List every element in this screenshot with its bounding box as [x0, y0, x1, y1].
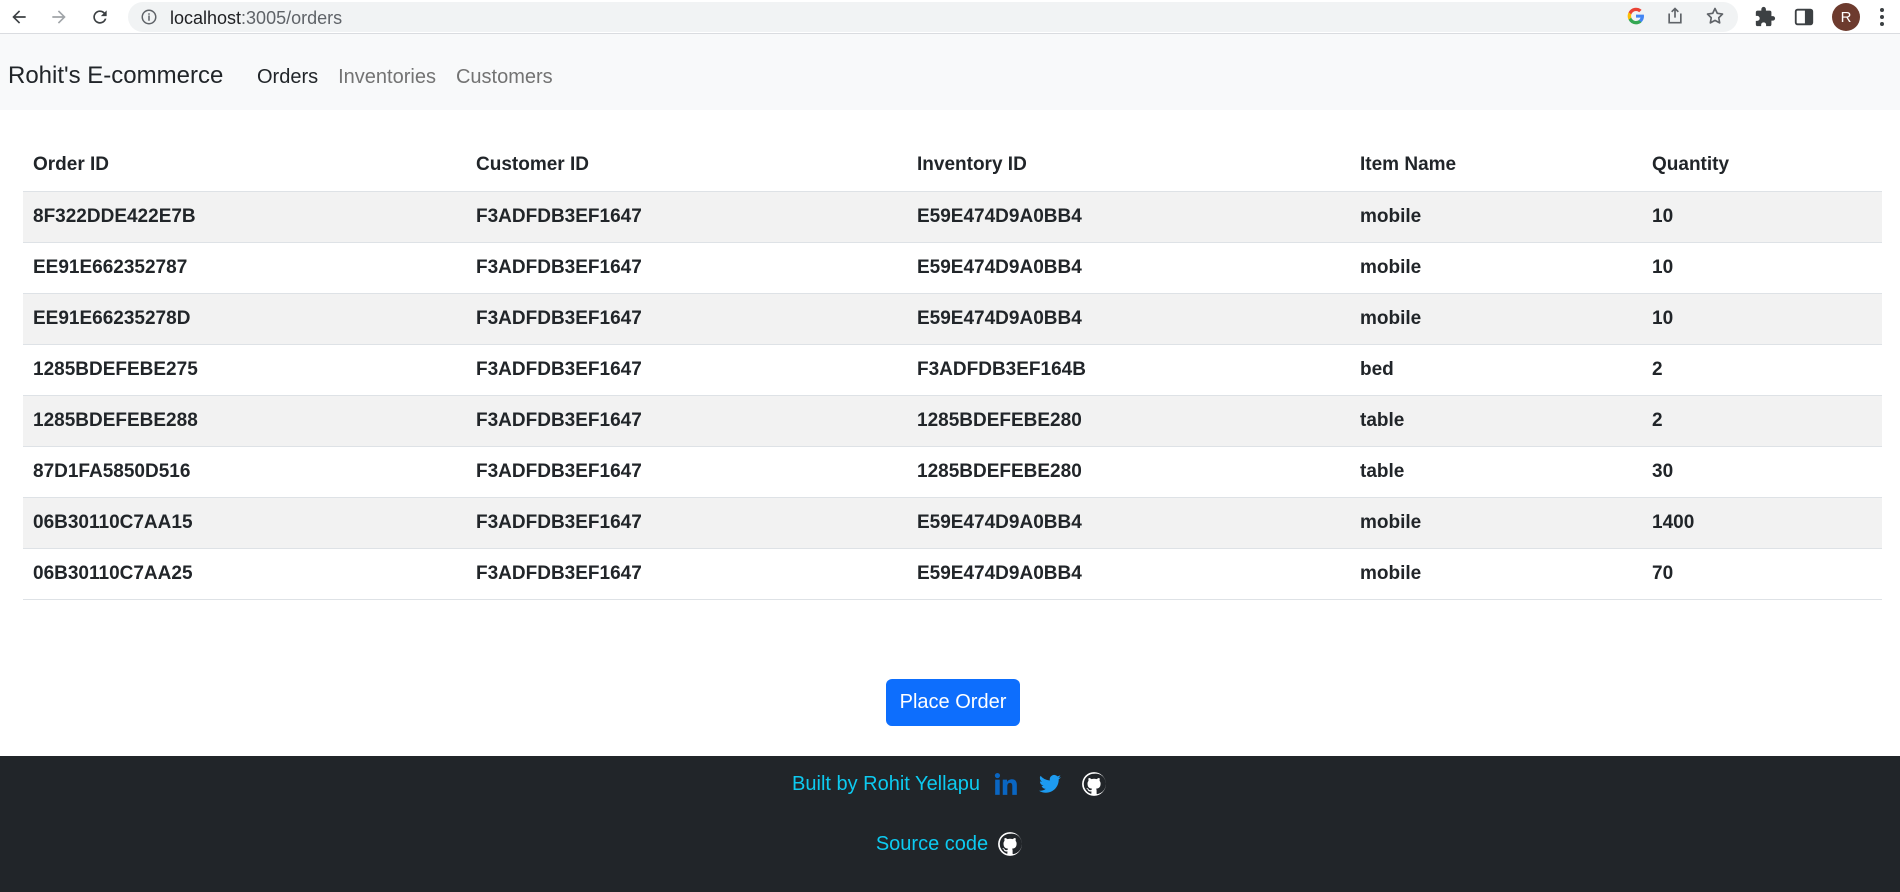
side-panel-icon[interactable]: [1793, 6, 1815, 28]
cell-customer-id: F3ADFDB3EF1647: [466, 191, 907, 243]
back-arrow-icon[interactable]: [6, 4, 32, 30]
cell-inventory-id: E59E474D9A0BB4: [907, 548, 1350, 600]
cell-inventory-id: F3ADFDB3EF164B: [907, 344, 1350, 396]
footer-source: Source code: [0, 830, 1900, 858]
table-row: 06B30110C7AA25 F3ADFDB3EF1647 E59E474D9A…: [23, 548, 1882, 600]
cell-inventory-id: E59E474D9A0BB4: [907, 293, 1350, 345]
profile-avatar[interactable]: R: [1832, 3, 1860, 31]
cell-quantity: 10: [1642, 242, 1882, 294]
nav-links: Orders Inventories Customers: [257, 65, 573, 89]
cell-customer-id: F3ADFDB3EF1647: [466, 293, 907, 345]
cell-item-name: mobile: [1350, 548, 1642, 600]
cell-customer-id: F3ADFDB3EF1647: [466, 497, 907, 549]
info-icon[interactable]: [140, 8, 158, 26]
cell-item-name: bed: [1350, 344, 1642, 396]
cell-quantity: 30: [1642, 446, 1882, 498]
cell-inventory-id: 1285BDEFEBE280: [907, 446, 1350, 498]
cell-quantity: 10: [1642, 191, 1882, 243]
cell-inventory-id: 1285BDEFEBE280: [907, 395, 1350, 447]
share-icon[interactable]: [1665, 6, 1685, 26]
address-bar[interactable]: localhost:3005/orders: [128, 2, 1738, 32]
table-row: 1285BDEFEBE288 F3ADFDB3EF1647 1285BDEFEB…: [23, 395, 1882, 447]
cell-order-id: 87D1FA5850D516: [23, 446, 466, 498]
footer-credits: Built by Rohit Yellapu: [0, 770, 1900, 798]
github-icon[interactable]: [996, 830, 1024, 858]
cell-order-id: 1285BDEFEBE288: [23, 395, 466, 447]
cell-customer-id: F3ADFDB3EF1647: [466, 446, 907, 498]
cell-inventory-id: E59E474D9A0BB4: [907, 242, 1350, 294]
footer: Built by Rohit Yellapu Source code: [0, 756, 1900, 892]
cell-item-name: mobile: [1350, 191, 1642, 243]
table-row: 8F322DDE422E7B F3ADFDB3EF1647 E59E474D9A…: [23, 191, 1882, 243]
cell-order-id: 1285BDEFEBE275: [23, 344, 466, 396]
cell-order-id: EE91E662352787: [23, 242, 466, 294]
header-quantity: Quantity: [1642, 140, 1882, 192]
header-item-name: Item Name: [1350, 140, 1642, 192]
table-row: EE91E66235278D F3ADFDB3EF1647 E59E474D9A…: [23, 293, 1882, 345]
browser-menu-icon[interactable]: [1876, 6, 1888, 28]
cell-quantity: 10: [1642, 293, 1882, 345]
reload-icon[interactable]: [87, 4, 113, 30]
github-icon[interactable]: [1080, 770, 1108, 798]
cell-customer-id: F3ADFDB3EF1647: [466, 344, 907, 396]
table-row: 06B30110C7AA15 F3ADFDB3EF1647 E59E474D9A…: [23, 497, 1882, 549]
cell-item-name: mobile: [1350, 293, 1642, 345]
extensions-puzzle-icon[interactable]: [1754, 6, 1776, 28]
header-inventory-id: Inventory ID: [907, 140, 1350, 192]
table-row: 1285BDEFEBE275 F3ADFDB3EF1647 F3ADFDB3EF…: [23, 344, 1882, 396]
nav-link-customers[interactable]: Customers: [456, 65, 553, 89]
table-row: EE91E662352787 F3ADFDB3EF1647 E59E474D9A…: [23, 242, 1882, 294]
cell-quantity: 1400: [1642, 497, 1882, 549]
header-customer-id: Customer ID: [466, 140, 907, 192]
orders-table: Order ID Customer ID Inventory ID Item N…: [23, 140, 1882, 600]
cell-order-id: EE91E66235278D: [23, 293, 466, 345]
cell-order-id: 06B30110C7AA25: [23, 548, 466, 600]
cell-item-name: table: [1350, 395, 1642, 447]
cell-order-id: 06B30110C7AA15: [23, 497, 466, 549]
table-row: 87D1FA5850D516 F3ADFDB3EF1647 1285BDEFEB…: [23, 446, 1882, 498]
cell-customer-id: F3ADFDB3EF1647: [466, 242, 907, 294]
twitter-icon[interactable]: [1036, 770, 1064, 798]
google-icon[interactable]: [1626, 6, 1646, 26]
table-header-row: Order ID Customer ID Inventory ID Item N…: [23, 140, 1882, 192]
bookmark-star-icon[interactable]: [1705, 6, 1725, 26]
cell-order-id: 8F322DDE422E7B: [23, 191, 466, 243]
cell-quantity: 2: [1642, 344, 1882, 396]
nav-link-inventories[interactable]: Inventories: [338, 65, 436, 89]
cell-quantity: 70: [1642, 548, 1882, 600]
app-navbar: Rohit's E-commerce Orders Inventories Cu…: [0, 34, 1900, 110]
cell-inventory-id: E59E474D9A0BB4: [907, 191, 1350, 243]
place-order-button[interactable]: Place Order: [886, 679, 1020, 726]
cell-item-name: table: [1350, 446, 1642, 498]
forward-arrow-icon[interactable]: [46, 4, 72, 30]
cell-inventory-id: E59E474D9A0BB4: [907, 497, 1350, 549]
nav-link-orders[interactable]: Orders: [257, 65, 318, 89]
cell-item-name: mobile: [1350, 497, 1642, 549]
browser-toolbar: localhost:3005/orders R: [0, 0, 1900, 34]
linkedin-icon[interactable]: [992, 770, 1020, 798]
cell-item-name: mobile: [1350, 242, 1642, 294]
cell-customer-id: F3ADFDB3EF1647: [466, 395, 907, 447]
source-code-link[interactable]: Source code: [876, 833, 988, 856]
orders-table-container: Order ID Customer ID Inventory ID Item N…: [23, 140, 1882, 600]
built-by-link[interactable]: Built by Rohit Yellapu: [792, 773, 980, 796]
url-text: localhost:3005/orders: [170, 8, 343, 28]
brand-title[interactable]: Rohit's E-commerce: [8, 62, 223, 91]
cell-customer-id: F3ADFDB3EF1647: [466, 548, 907, 600]
cell-quantity: 2: [1642, 395, 1882, 447]
header-order-id: Order ID: [23, 140, 466, 192]
